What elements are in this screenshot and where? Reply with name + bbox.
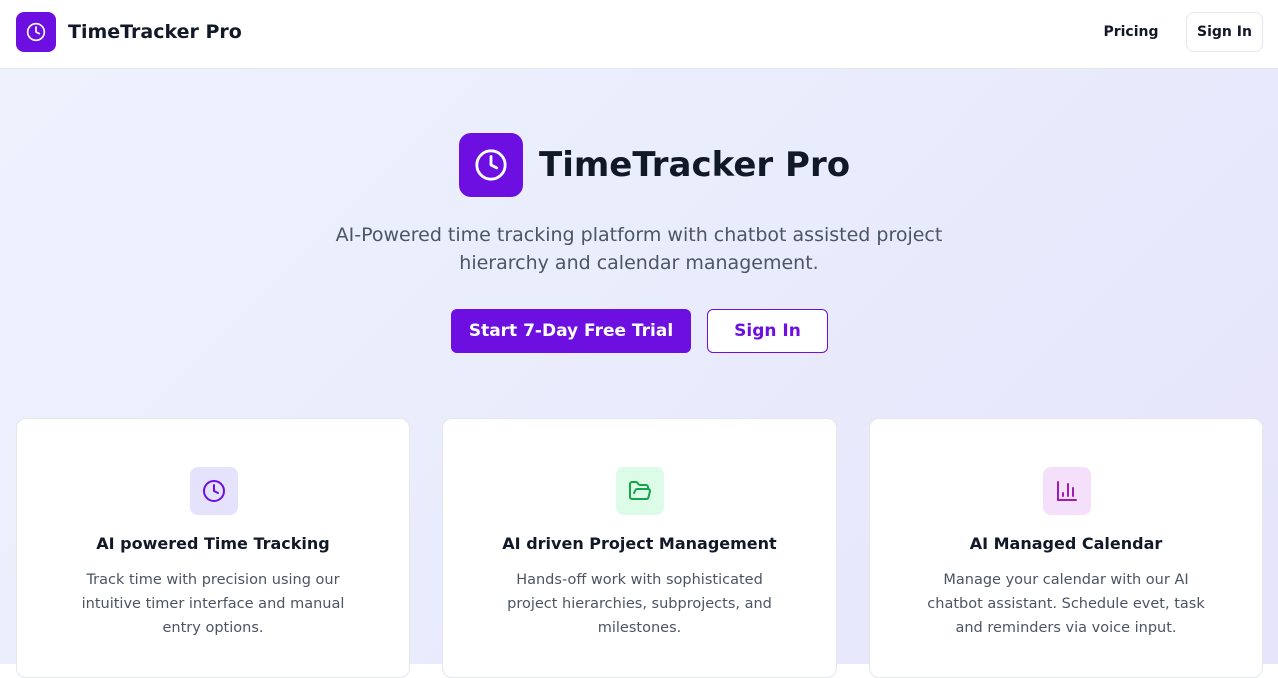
hero-sign-in-button[interactable]: Sign In bbox=[707, 309, 828, 353]
hero-title: TimeTracker Pro bbox=[539, 145, 851, 185]
feature-title: AI driven Project Management bbox=[502, 534, 777, 553]
feature-card-project-management: AI driven Project Management Hands-off w… bbox=[442, 418, 837, 678]
brand[interactable]: TimeTracker Pro bbox=[16, 12, 242, 52]
feature-description: Track time with precision using our intu… bbox=[81, 572, 345, 636]
nav-sign-in-button[interactable]: Sign In bbox=[1186, 12, 1263, 52]
folder-open-icon bbox=[629, 481, 651, 500]
feature-icon-box bbox=[190, 467, 238, 515]
start-free-trial-button[interactable]: Start 7-Day Free Trial bbox=[451, 309, 691, 353]
feature-description: Manage your calendar with our AI chatbot… bbox=[927, 572, 1205, 636]
feature-title: AI Managed Calendar bbox=[969, 534, 1163, 553]
bar-chart-icon bbox=[1057, 481, 1077, 501]
hero-section: TimeTracker Pro AI-Powered time tracking… bbox=[0, 69, 1278, 678]
brand-logo bbox=[16, 12, 56, 52]
clock-icon bbox=[203, 480, 225, 502]
feature-description: Hands-off work with sophisticated projec… bbox=[507, 572, 772, 636]
nav-pricing-link[interactable]: Pricing bbox=[1094, 12, 1168, 52]
brand-name: TimeTracker Pro bbox=[68, 21, 242, 43]
hero-subtitle: AI-Powered time tracking platform with c… bbox=[335, 224, 943, 274]
feature-card-calendar: AI Managed Calendar Manage your calendar… bbox=[869, 418, 1263, 678]
feature-icon-box bbox=[1043, 467, 1091, 515]
feature-icon-box bbox=[616, 467, 664, 515]
top-navbar: TimeTracker Pro Pricing Sign In bbox=[0, 0, 1278, 69]
feature-title: AI powered Time Tracking bbox=[96, 534, 330, 553]
feature-card-time-tracking: AI powered Time Tracking Track time with… bbox=[16, 418, 410, 678]
hero-logo bbox=[459, 133, 523, 197]
clock-icon bbox=[26, 22, 46, 42]
clock-icon bbox=[475, 149, 507, 181]
